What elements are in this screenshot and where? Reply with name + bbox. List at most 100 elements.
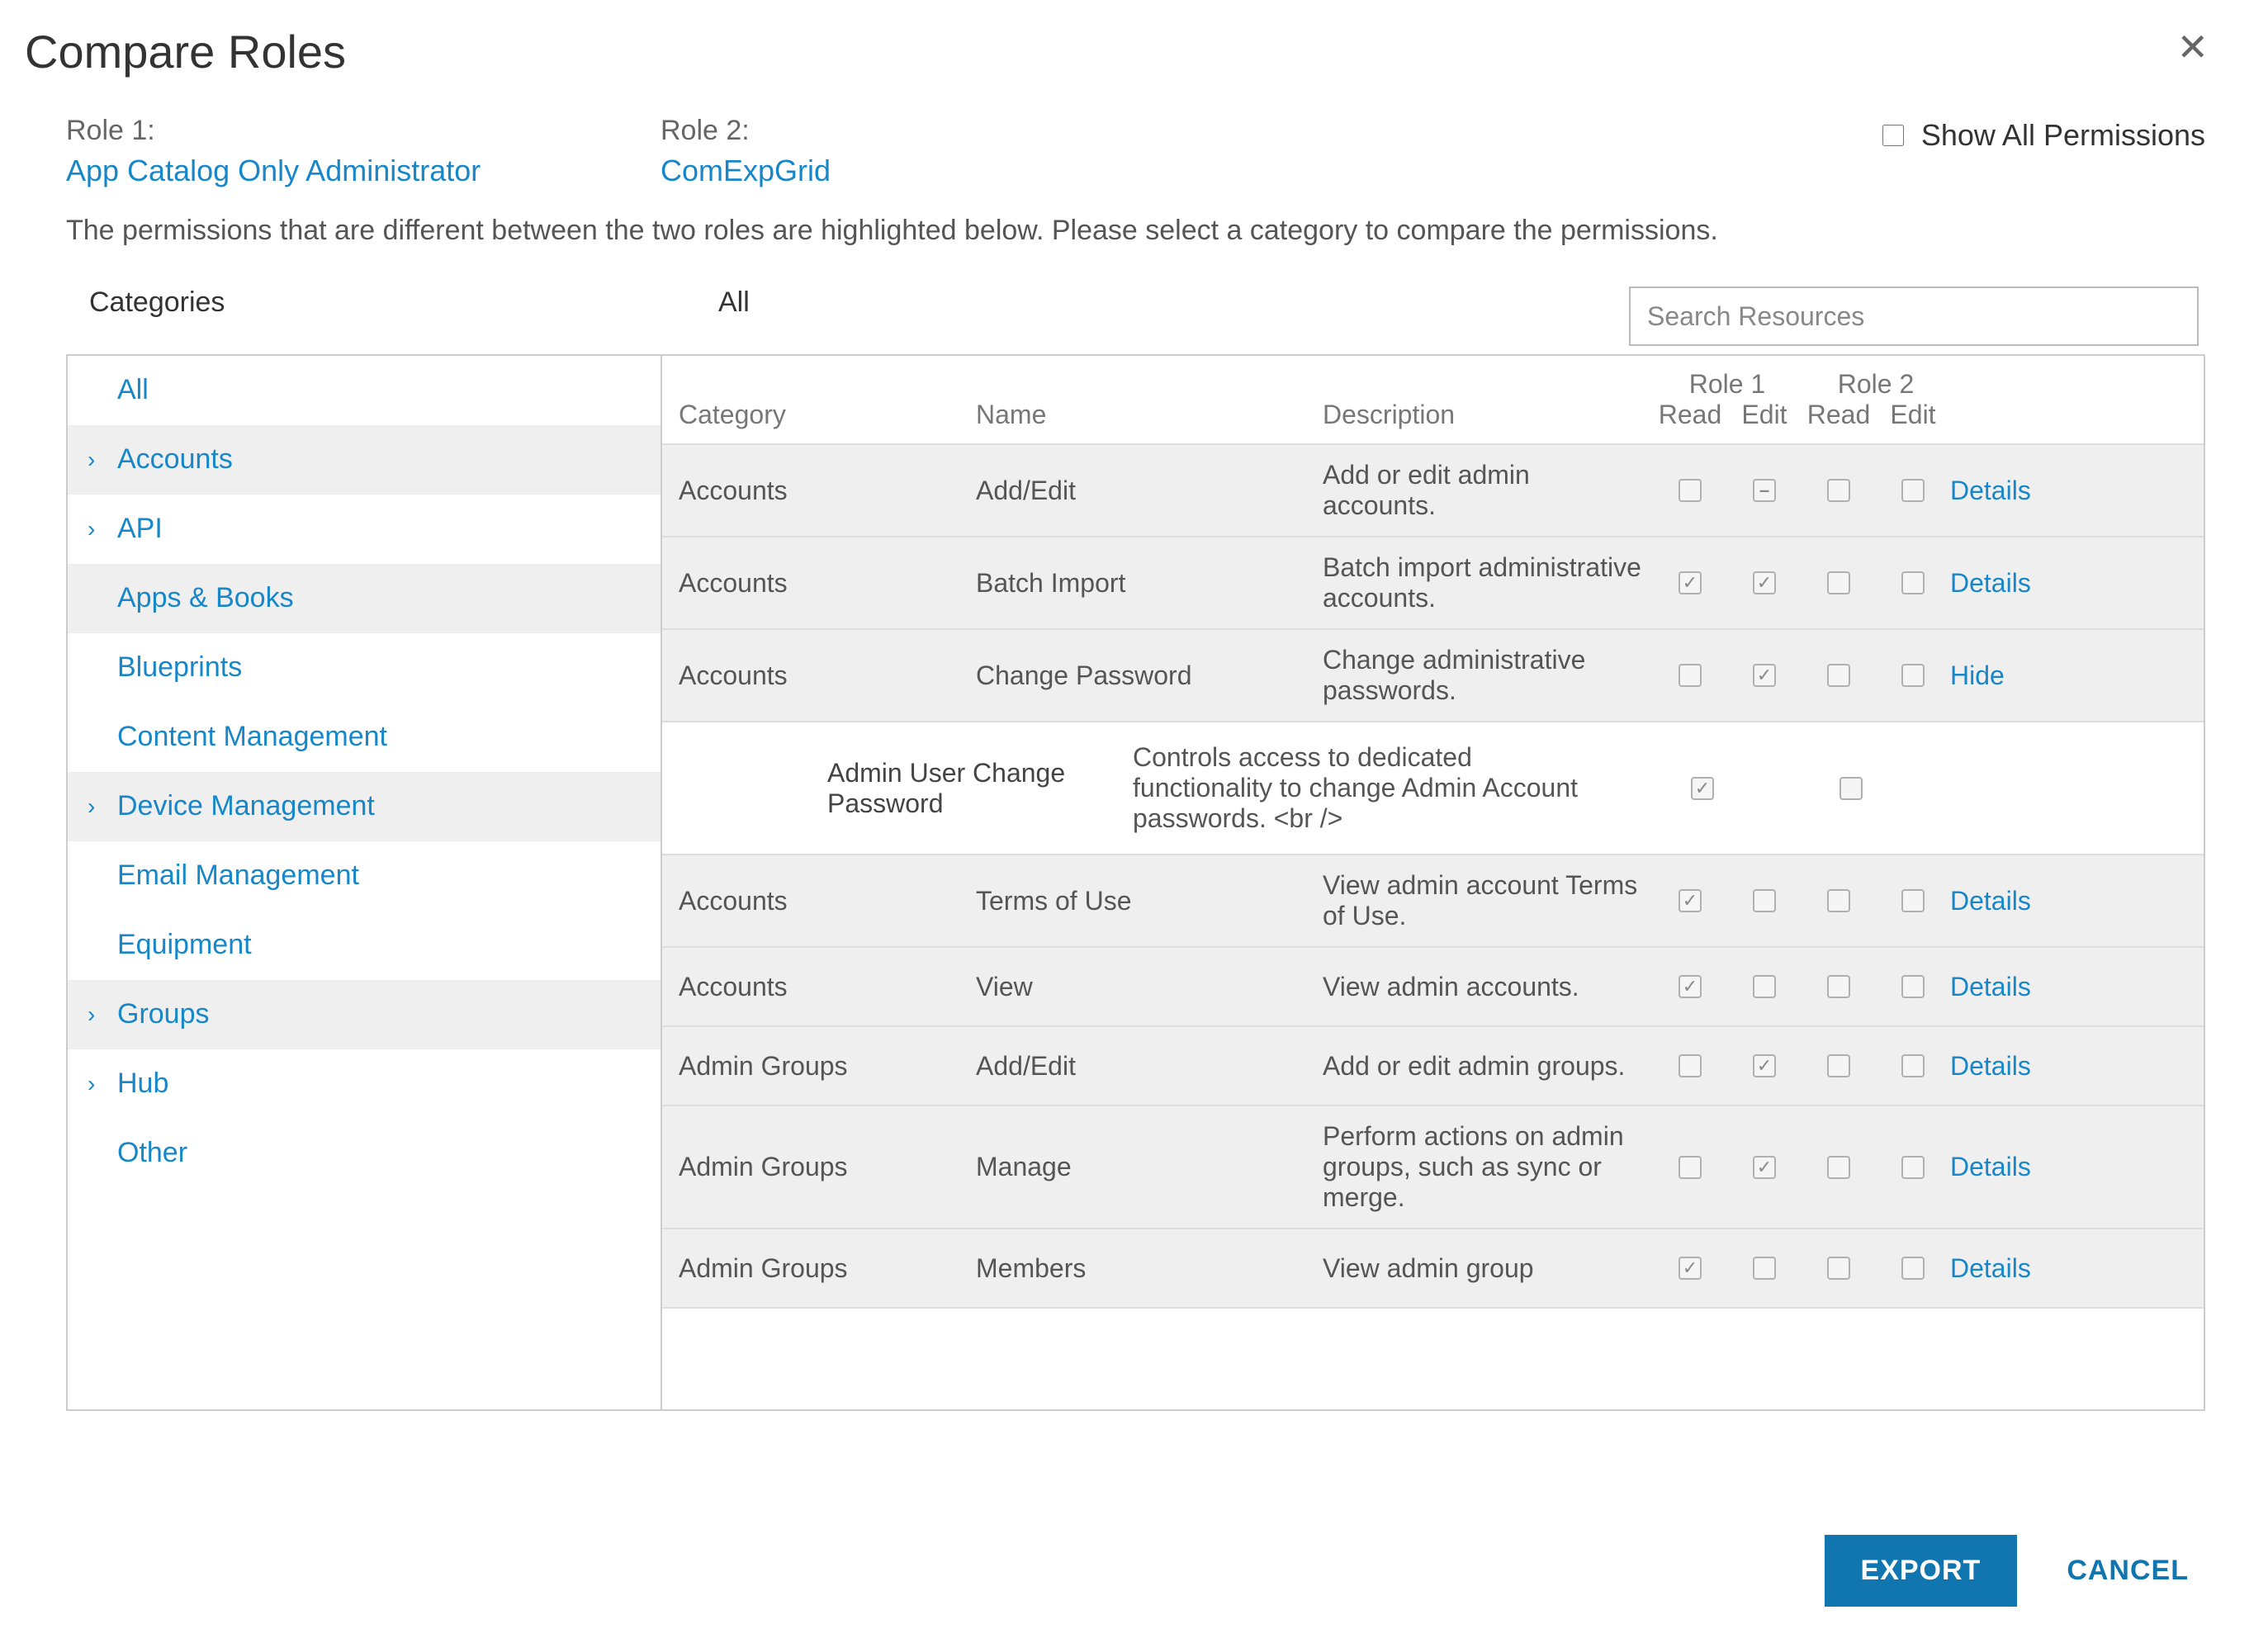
sidebar-item-label: Email Management (117, 859, 359, 892)
permission-checkbox[interactable] (1691, 777, 1714, 800)
permission-checkbox[interactable] (1827, 975, 1850, 998)
panels: ›All›Accounts›API›Apps & Books›Blueprint… (66, 354, 2205, 1411)
sidebar-item[interactable]: ›Hub (68, 1049, 661, 1119)
th-roles: Role 1 Role 2 Read Edit Read Edit (1653, 369, 1950, 430)
permission-checkbox[interactable] (1753, 664, 1776, 687)
search-wrap (1629, 286, 2199, 346)
table-subrow: Admin User Change PasswordControls acces… (662, 722, 2204, 855)
details-link[interactable]: Details (1950, 1051, 2031, 1081)
sidebar-item[interactable]: ›Email Management (68, 841, 661, 911)
permission-checkbox[interactable] (1679, 1257, 1702, 1280)
permission-checkbox[interactable] (1679, 479, 1702, 502)
permission-checkbox[interactable] (1901, 975, 1925, 998)
table-header: Category Name Description Role 1 Role 2 … (662, 356, 2204, 445)
permission-checkbox[interactable] (1753, 479, 1776, 502)
details-link[interactable]: Details (1950, 1253, 2031, 1283)
cell-checks (1653, 1054, 1950, 1077)
chevron-right-icon: › (88, 447, 117, 473)
panel-headers: Categories All (66, 286, 2205, 346)
permissions-table-wrap[interactable]: Category Name Description Role 1 Role 2 … (662, 356, 2204, 1409)
details-link[interactable]: Details (1950, 972, 2031, 1001)
permission-checkbox[interactable] (1827, 664, 1850, 687)
permission-checkbox[interactable] (1827, 889, 1850, 912)
sidebar-item-label: Accounts (117, 443, 233, 476)
permission-checkbox[interactable] (1901, 571, 1925, 594)
show-all-block: Show All Permissions (1879, 115, 2205, 153)
permission-checkbox[interactable] (1679, 664, 1702, 687)
sidebar-item-label: Content Management (117, 721, 387, 753)
permission-checkbox[interactable] (1839, 777, 1863, 800)
sidebar-item[interactable]: ›Groups (68, 980, 661, 1049)
cell-description: View admin group (1323, 1253, 1653, 1284)
permission-checkbox[interactable] (1753, 1054, 1776, 1077)
permission-checkbox[interactable] (1753, 975, 1776, 998)
sidebar-item-label: Hub (117, 1068, 168, 1100)
permission-checkbox[interactable] (1753, 889, 1776, 912)
cell-description: View admin accounts. (1323, 972, 1653, 1002)
cell-name: Members (976, 1253, 1323, 1284)
roles-row: Role 1: App Catalog Only Administrator R… (66, 115, 2205, 188)
chevron-right-icon: › (88, 793, 117, 820)
details-link[interactable]: Details (1950, 1152, 2031, 1181)
permission-checkbox[interactable] (1901, 889, 1925, 912)
permission-checkbox[interactable] (1827, 571, 1850, 594)
sidebar-item[interactable]: ›Equipment (68, 911, 661, 980)
cancel-button[interactable]: CANCEL (2067, 1555, 2189, 1587)
th-description: Description (1323, 400, 1653, 430)
cell-description: Add or edit admin accounts. (1323, 460, 1653, 521)
th-r2-edit: Edit (1876, 400, 1950, 430)
details-link[interactable]: Details (1950, 886, 2031, 916)
permission-checkbox[interactable] (1679, 1156, 1702, 1179)
sidebar-item[interactable]: ›API (68, 495, 661, 564)
role2-name[interactable]: ComExpGrid (661, 154, 1255, 188)
export-button[interactable]: EXPORT (1825, 1535, 2018, 1607)
details-link[interactable]: Hide (1950, 661, 2005, 690)
permission-checkbox[interactable] (1827, 1156, 1850, 1179)
permission-checkbox[interactable] (1679, 889, 1702, 912)
sidebar-item[interactable]: ›All (68, 356, 661, 425)
show-all-checkbox[interactable] (1882, 125, 1904, 146)
permission-checkbox[interactable] (1753, 1257, 1776, 1280)
permission-checkbox[interactable] (1901, 1156, 1925, 1179)
cell-description: Add or edit admin groups. (1323, 1051, 1653, 1082)
search-input[interactable] (1629, 286, 2199, 346)
permission-checkbox[interactable] (1901, 479, 1925, 502)
cell-category: Admin Groups (679, 1152, 976, 1182)
categories-header: Categories (66, 286, 661, 346)
sidebar-item[interactable]: ›Other (68, 1119, 661, 1188)
permission-checkbox[interactable] (1901, 1054, 1925, 1077)
subrow-name: Admin User Change Password (827, 758, 1133, 819)
th-name: Name (976, 400, 1323, 430)
sidebar-item[interactable]: ›Accounts (68, 425, 661, 495)
details-link[interactable]: Details (1950, 476, 2031, 505)
permission-checkbox[interactable] (1827, 1054, 1850, 1077)
close-icon[interactable]: ✕ (2166, 25, 2218, 69)
role1-name[interactable]: App Catalog Only Administrator (66, 154, 661, 188)
permission-checkbox[interactable] (1679, 975, 1702, 998)
sidebar-item-label: Apps & Books (117, 582, 294, 614)
role2-block: Role 2: ComExpGrid (661, 115, 1255, 188)
permission-checkbox[interactable] (1753, 571, 1776, 594)
modal-header: Compare Roles ✕ (25, 17, 2218, 98)
modal-body-scroll[interactable]: Role 1: App Catalog Only Administrator R… (25, 98, 2218, 1505)
permission-checkbox[interactable] (1753, 1156, 1776, 1179)
cell-checks (1653, 889, 1950, 912)
sidebar-item[interactable]: ›Blueprints (68, 633, 661, 703)
categories-sidebar[interactable]: ›All›Accounts›API›Apps & Books›Blueprint… (68, 356, 662, 1409)
permission-checkbox[interactable] (1679, 571, 1702, 594)
permission-checkbox[interactable] (1901, 664, 1925, 687)
permission-checkbox[interactable] (1679, 1054, 1702, 1077)
cell-description: Batch import administrative accounts. (1323, 552, 1653, 613)
sidebar-item[interactable]: ›Apps & Books (68, 564, 661, 633)
cell-category: Accounts (679, 886, 976, 916)
instructions-text: The permissions that are different betwe… (66, 215, 2205, 247)
permission-checkbox[interactable] (1827, 1257, 1850, 1280)
cell-category: Admin Groups (679, 1253, 976, 1284)
cell-name: Terms of Use (976, 886, 1323, 916)
permission-checkbox[interactable] (1901, 1257, 1925, 1280)
cell-name: Change Password (976, 661, 1323, 691)
permission-checkbox[interactable] (1827, 479, 1850, 502)
details-link[interactable]: Details (1950, 568, 2031, 598)
sidebar-item[interactable]: ›Device Management (68, 772, 661, 841)
sidebar-item[interactable]: ›Content Management (68, 703, 661, 772)
